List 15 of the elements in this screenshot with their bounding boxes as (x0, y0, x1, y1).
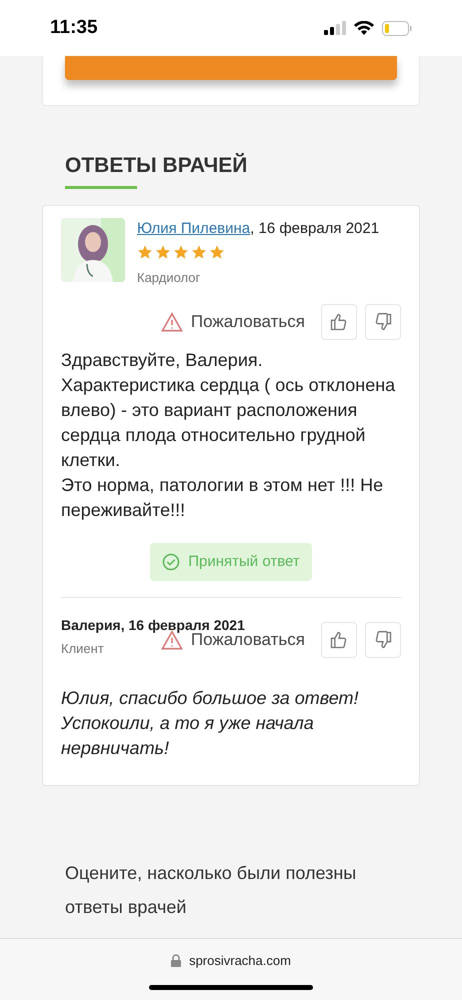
status-time: 11:35 (50, 16, 98, 40)
rating-prompt: Оцените, насколько были полезны ответы врачей (64, 862, 358, 919)
doctor-name-link[interactable]: Юлия Пилевина (137, 218, 250, 240)
section-title: ОТВЕТЫ ВРАЧЕЙ (65, 152, 248, 179)
answer-text: Это норма, патологии в этом нет !!! Не переживайте!!! (61, 474, 384, 522)
client-role: Клиент (61, 640, 104, 658)
accepted-answer-badge: Принятый ответ (150, 542, 312, 581)
client-name-date: Валерия, 16 февраля 2021 (61, 617, 245, 633)
answer-date: , 16 февраля 2021 (250, 218, 380, 238)
answer-text: Характеристика сердца ( ось отклонена влево) - это вариант расположения сердца плода относительно грудной клетки. (61, 374, 396, 472)
doctor-specialty: Кардиолог (137, 269, 202, 287)
reply-text: Юлия, спасибо большое за ответ! Успокоили, а то я уже начала нервничать! (61, 687, 360, 760)
complaint-link[interactable]: Пожаловаться (160, 308, 305, 334)
browser-url[interactable]: sprosivracha.com (189, 951, 291, 970)
answer-text: Здравствуйте, Валерия. (61, 348, 264, 372)
